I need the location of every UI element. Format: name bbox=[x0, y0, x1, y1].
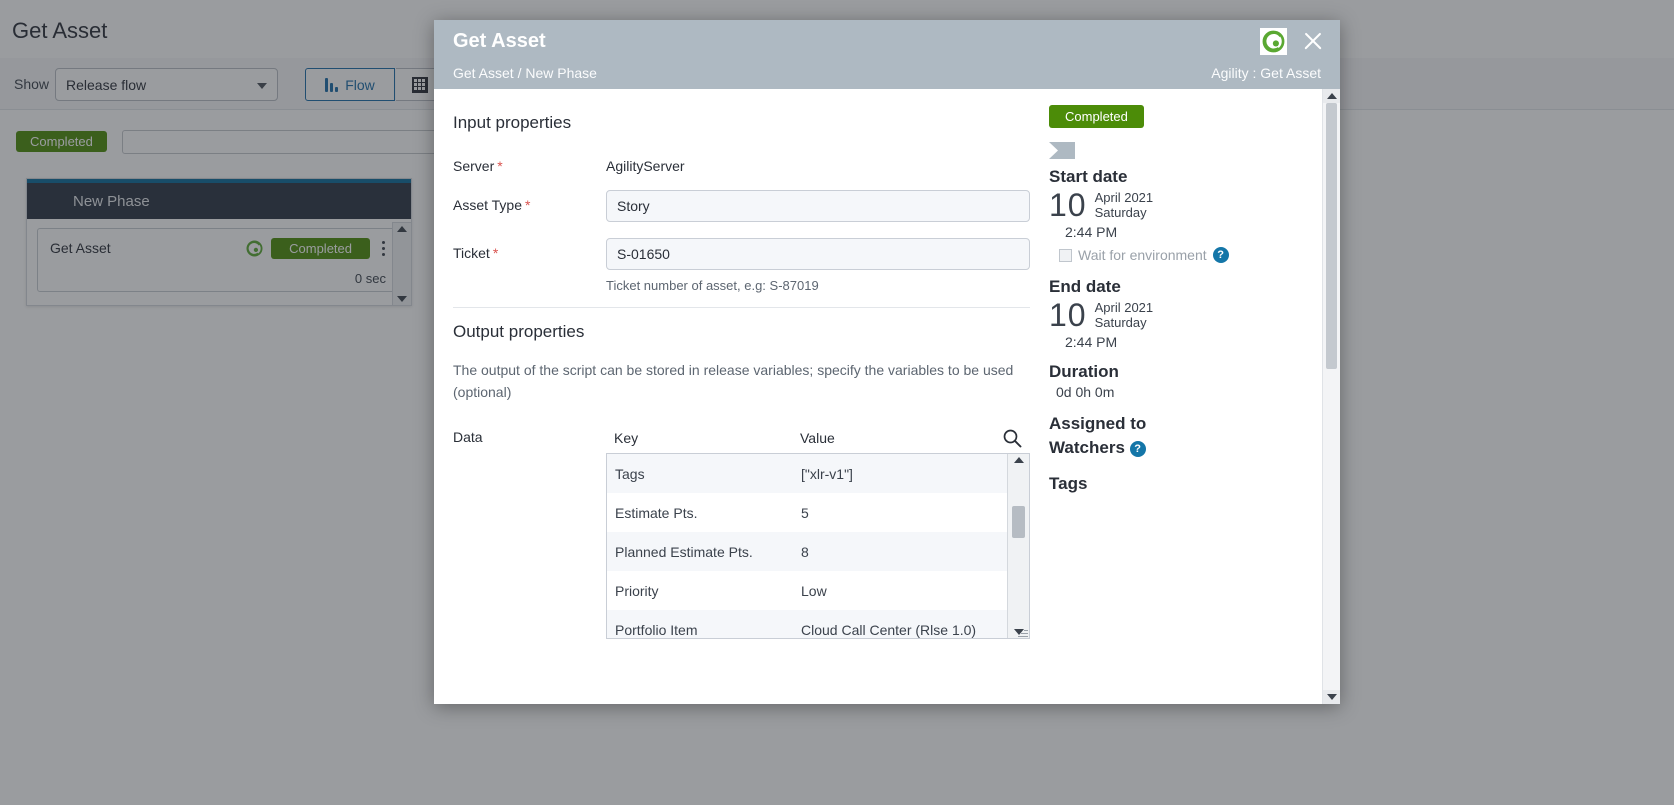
breadcrumb: Get Asset / New Phase bbox=[453, 65, 597, 81]
duration-heading: Duration bbox=[1049, 362, 1119, 381]
data-table: Key Value Tags ["xlr-v1"] Estimate Pts. … bbox=[606, 423, 1030, 640]
status-badge: Completed bbox=[1049, 105, 1144, 128]
field-label-server-text: Server bbox=[453, 158, 495, 174]
end-date: 10 April 2021 Saturday bbox=[1049, 299, 1340, 331]
row-key: Estimate Pts. bbox=[615, 504, 698, 521]
agility-logo-icon bbox=[1260, 28, 1287, 55]
scroll-up-icon[interactable] bbox=[1323, 89, 1340, 103]
row-value: 8 bbox=[801, 543, 809, 560]
field-ticket: Ticket * S-01650 bbox=[453, 238, 1042, 270]
field-label-server: Server * bbox=[453, 151, 606, 174]
resize-handle-icon[interactable] bbox=[1018, 627, 1028, 638]
flag-icon bbox=[1049, 142, 1075, 159]
field-label-ticket: Ticket * bbox=[453, 238, 606, 261]
wait-for-environment-label: Wait for environment bbox=[1078, 247, 1207, 263]
field-value-server: AgilityServer bbox=[606, 158, 685, 174]
required-asterisk: * bbox=[497, 158, 503, 174]
row-value: Cloud Call Center (Rlse 1.0) bbox=[801, 621, 977, 638]
modal-scrollbar[interactable] bbox=[1322, 89, 1340, 704]
field-label-asset-type: Asset Type * bbox=[453, 190, 606, 213]
data-table-body: Tags ["xlr-v1"] Estimate Pts. 5 Planned … bbox=[606, 453, 1030, 640]
end-month-year: April 2021 bbox=[1094, 299, 1154, 315]
start-time: 2:44 PM bbox=[1065, 224, 1118, 240]
modal-body: Input properties Server * AgilityServer A… bbox=[434, 89, 1340, 704]
checkbox-box-icon[interactable] bbox=[1059, 248, 1072, 262]
scroll-up-icon[interactable] bbox=[1013, 457, 1024, 464]
help-icon[interactable]: ? bbox=[1212, 247, 1229, 263]
table-row[interactable]: Planned Estimate Pts. 8 bbox=[607, 532, 1007, 572]
table-row[interactable]: Estimate Pts. 5 bbox=[607, 493, 1007, 532]
start-weekday: Saturday bbox=[1094, 205, 1147, 220]
start-month-weekday: April 2021 Saturday bbox=[1095, 190, 1154, 221]
field-server: Server * AgilityServer bbox=[453, 151, 1042, 174]
field-asset-type: Asset Type * Story bbox=[453, 190, 1042, 222]
search-icon[interactable] bbox=[1002, 428, 1022, 451]
column-header-key: Key bbox=[614, 430, 639, 447]
table-row[interactable]: Portfolio Item Cloud Call Center (Rlse 1… bbox=[607, 610, 1007, 639]
data-table-header: Key Value bbox=[606, 423, 1030, 453]
row-key: Portfolio Item bbox=[615, 621, 698, 638]
output-properties-heading: Output properties bbox=[453, 322, 585, 341]
row-value: ["xlr-v1"] bbox=[801, 465, 853, 482]
output-properties-description: The output of the script can be stored i… bbox=[453, 362, 1014, 400]
duration-value: 0d 0h 0m bbox=[1056, 384, 1115, 400]
row-key: Planned Estimate Pts. bbox=[615, 543, 753, 560]
end-weekday: Saturday bbox=[1094, 315, 1147, 330]
task-summary-pane: Completed Start date 10 April 2021 Satur… bbox=[1042, 89, 1340, 704]
data-table-section: Data Key Value Tags ["xlr-v1"] Estimate … bbox=[453, 423, 1042, 640]
properties-pane: Input properties Server * AgilityServer A… bbox=[434, 89, 1042, 704]
scroll-down-icon[interactable] bbox=[1323, 690, 1340, 704]
input-properties-heading: Input properties bbox=[453, 113, 572, 132]
watchers-label: Watchers bbox=[1049, 438, 1125, 457]
row-key: Priority bbox=[615, 582, 659, 599]
modal-title: Get Asset bbox=[453, 30, 546, 52]
start-date: 10 April 2021 Saturday bbox=[1049, 189, 1340, 221]
help-icon[interactable]: ? bbox=[1129, 440, 1146, 457]
start-month-year: April 2021 bbox=[1094, 189, 1154, 205]
table-row[interactable]: Tags ["xlr-v1"] bbox=[607, 454, 1007, 494]
row-value: 5 bbox=[801, 504, 809, 521]
start-day: 10 bbox=[1049, 187, 1087, 223]
assigned-to-heading: Assigned to bbox=[1049, 414, 1147, 433]
field-label-ticket-text: Ticket bbox=[453, 245, 490, 261]
wait-for-environment-checkbox[interactable]: Wait for environment ? bbox=[1059, 247, 1340, 263]
row-key: Tags bbox=[615, 465, 645, 482]
asset-type-input[interactable]: Story bbox=[606, 190, 1030, 222]
end-date-heading: End date bbox=[1049, 277, 1121, 296]
tags-heading: Tags bbox=[1049, 474, 1088, 493]
scrollbar-thumb[interactable] bbox=[1012, 506, 1025, 539]
field-label-asset-type-text: Asset Type bbox=[453, 197, 523, 213]
ticket-hint: Ticket number of asset, e.g: S-87019 bbox=[606, 278, 819, 293]
end-day: 10 bbox=[1049, 297, 1087, 333]
column-header-value: Value bbox=[800, 430, 835, 447]
end-time: 2:44 PM bbox=[1065, 334, 1118, 350]
section-divider bbox=[453, 307, 1030, 308]
modal-header: Get Asset Get Asset / New Phase Agility … bbox=[434, 20, 1340, 89]
task-detail-modal: Get Asset Get Asset / New Phase Agility … bbox=[434, 20, 1340, 704]
data-table-scrollbar[interactable] bbox=[1007, 454, 1029, 639]
required-asterisk: * bbox=[492, 245, 499, 261]
modal-context-label: Agility : Get Asset bbox=[1211, 65, 1321, 81]
data-label: Data bbox=[453, 429, 483, 446]
row-value: Low bbox=[801, 582, 827, 599]
scrollbar-thumb[interactable] bbox=[1326, 103, 1337, 369]
start-date-heading: Start date bbox=[1049, 167, 1128, 186]
table-row[interactable]: Priority Low bbox=[607, 571, 1007, 610]
ticket-input[interactable]: S-01650 bbox=[606, 238, 1030, 270]
watchers-heading: Watchers ? bbox=[1049, 438, 1340, 458]
end-month-weekday: April 2021 Saturday bbox=[1095, 300, 1154, 331]
required-asterisk: * bbox=[525, 197, 531, 213]
close-icon[interactable] bbox=[1300, 28, 1326, 54]
